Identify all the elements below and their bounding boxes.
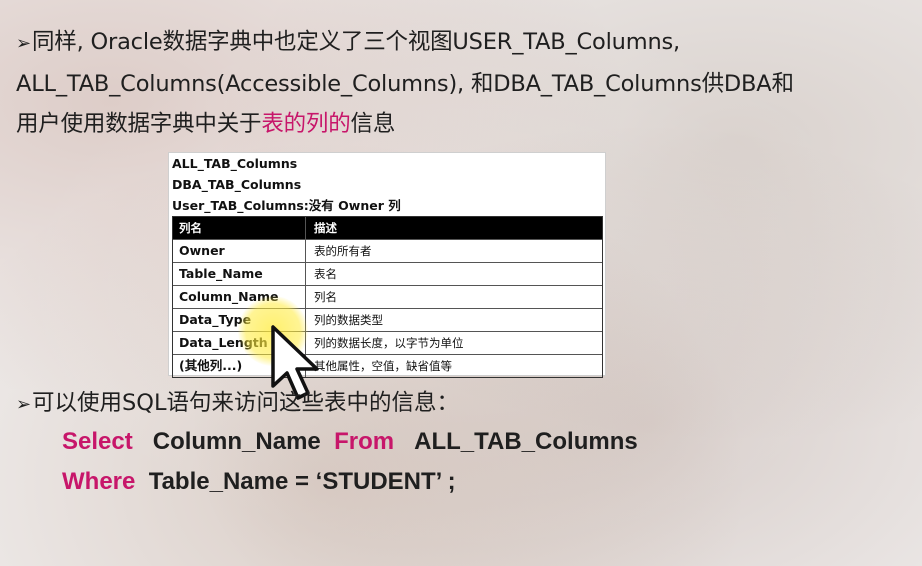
table-row: Table_Name 表名 (173, 262, 602, 285)
cell-name: Table_Name (173, 263, 306, 285)
column-header-desc: 描述 (314, 221, 337, 235)
sql-intro: ➢可以使用SQL语句来访问这些表中的信息： (16, 385, 459, 417)
cell-name: Owner (173, 240, 306, 262)
column-header-name: 列名 (173, 217, 306, 239)
sql-keyword-select: Select (62, 428, 133, 455)
paragraph-line-2: ALL_TAB_Columns(Accessible_Columns), 和DB… (16, 71, 794, 97)
sql-from-table: ALL_TAB_Columns (414, 428, 638, 455)
table-row: (其他列...) 其他属性，空值，缺省值等 (173, 354, 602, 377)
bullet-arrow-icon: ➢ (16, 33, 31, 54)
paragraph-line-3: 用户使用数据字典中关于表的列的信息 (16, 104, 906, 144)
bullet-arrow-icon: ➢ (16, 394, 32, 415)
sql-keyword-where: Where (62, 468, 136, 495)
sql-intro-text: 可以使用SQL语句来访问这些表中的信息： (32, 390, 460, 416)
paragraph-line-1-text: 同样, Oracle数据字典中也定义了三个视图USER_TAB_Columns, (32, 29, 680, 55)
sql-where-condition: Table_Name = ‘STUDENT’ ; (148, 468, 456, 495)
table-row: Owner 表的所有者 (173, 239, 602, 262)
sql-line-2: Where Table_Name = ‘STUDENT’ ; (62, 468, 456, 496)
paragraph-line-1: ➢同样, Oracle数据字典中也定义了三个视图USER_TAB_Columns… (16, 22, 906, 64)
table-columns-figure: ALL_TAB_Columns DBA_TAB_Columns User_TAB… (168, 152, 606, 378)
figure-header-user: User_TAB_Columns:没有 Owner 列 (172, 198, 401, 213)
table-header-row: 列名 描述 (173, 217, 602, 239)
cell-desc: 列名 (314, 290, 337, 304)
cell-desc: 表名 (314, 267, 337, 281)
cell-desc: 表的所有者 (314, 244, 372, 258)
cell-desc: 其他属性，空值，缺省值等 (314, 359, 452, 373)
columns-table: 列名 描述 Owner 表的所有者 Table_Name 表名 Column_N… (172, 216, 603, 378)
sql-select-column: Column_Name (152, 428, 321, 455)
intro-paragraph: ➢同样, Oracle数据字典中也定义了三个视图USER_TAB_Columns… (16, 22, 906, 144)
cell-desc: 列的数据类型 (314, 313, 383, 327)
paragraph-line-3-end: 信息 (350, 111, 396, 137)
figure-header-all: ALL_TAB_Columns (172, 156, 298, 171)
highlighted-phrase: 表的列的 (261, 111, 351, 137)
sql-keyword-from: From (334, 428, 395, 455)
sql-line-1: Select Column_Name From ALL_TAB_Columns (62, 428, 638, 456)
cell-desc: 列的数据长度，以字节为单位 (314, 336, 464, 350)
paragraph-line-3-start: 用户使用数据字典中关于 (16, 111, 262, 137)
table-row: Column_Name 列名 (173, 285, 602, 308)
figure-header-dba: DBA_TAB_Columns (172, 177, 302, 192)
